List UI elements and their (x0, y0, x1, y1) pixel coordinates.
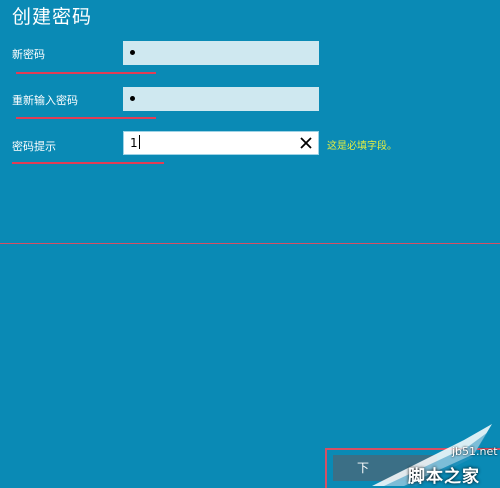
watermark-url: jb51.net (452, 445, 498, 458)
page-title: 创建密码 (12, 6, 93, 28)
password-mask-dot (130, 49, 135, 55)
password-hint-label: 密码提示 (12, 140, 56, 153)
required-field-message: 这是必填字段。 (327, 141, 397, 152)
password-hint-field[interactable]: 1 (123, 131, 319, 155)
confirm-password-label: 重新输入密码 (12, 94, 78, 107)
password-mask-dot (130, 95, 135, 101)
annotation-underline-password-hint (12, 162, 164, 164)
watermark-site-name: 脚本之家 (408, 467, 480, 487)
new-password-field[interactable] (123, 41, 319, 65)
confirm-password-field[interactable] (123, 87, 319, 111)
new-password-label: 新密码 (12, 48, 45, 61)
text-caret (138, 135, 140, 149)
annotation-underline-confirm-password (16, 117, 156, 119)
password-hint-value: 1 (130, 136, 138, 150)
annotation-underline-new-password (16, 72, 156, 74)
annotation-divider (0, 243, 500, 244)
clear-icon[interactable] (298, 134, 314, 152)
